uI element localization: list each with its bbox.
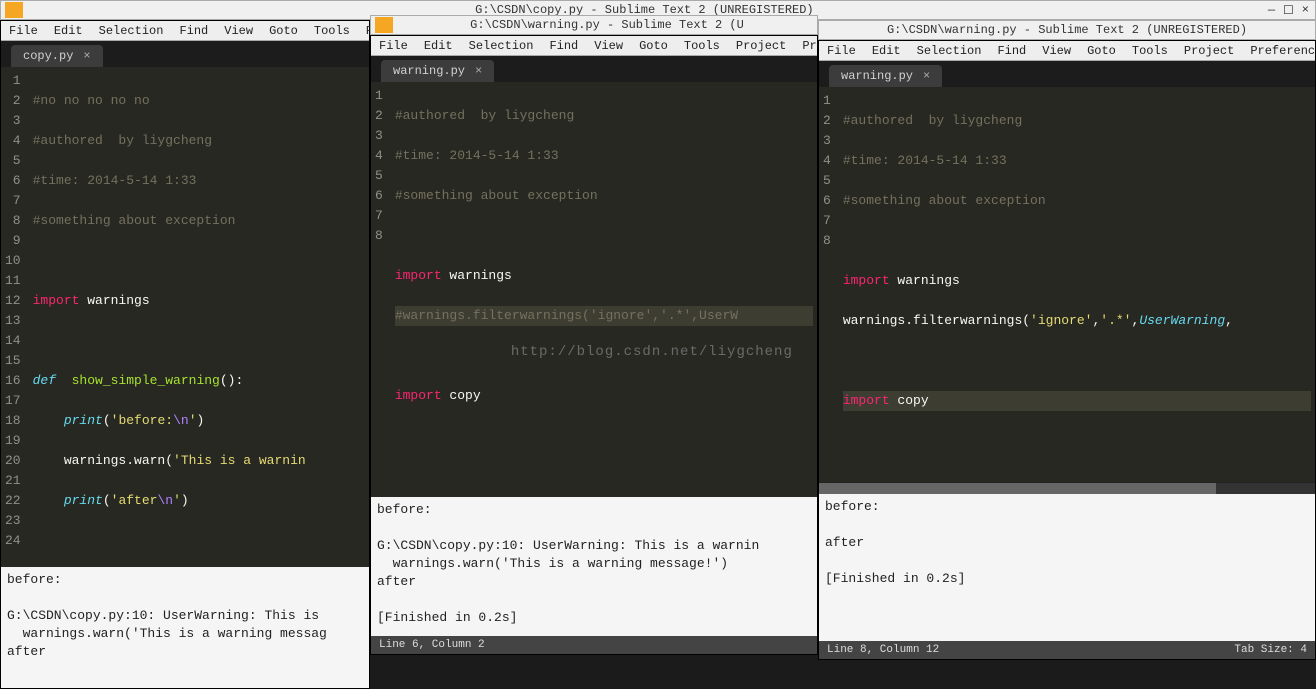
- gutter-mid: 12345678: [371, 82, 391, 497]
- menu-file[interactable]: File: [371, 39, 416, 53]
- menu-find[interactable]: Find: [541, 39, 586, 53]
- editor-left[interactable]: 123456789101112131415161718192021222324 …: [1, 67, 369, 567]
- code-mid[interactable]: #authored by liygcheng #time: 2014-5-14 …: [391, 82, 817, 497]
- menu-tools[interactable]: Tools: [306, 24, 358, 38]
- menu-tools[interactable]: Tools: [676, 39, 728, 53]
- window-left: File Edit Selection Find View Goto Tools…: [0, 20, 370, 689]
- menu-find[interactable]: Find: [171, 24, 216, 38]
- tabbar-mid: warning.py ×: [371, 56, 817, 82]
- scrollbar-thumb[interactable]: [819, 483, 1216, 494]
- tab-warning-py[interactable]: warning.py ×: [381, 60, 494, 82]
- menu-edit[interactable]: Edit: [416, 39, 461, 53]
- menu-project[interactable]: Project: [728, 39, 794, 53]
- menu-goto[interactable]: Goto: [1079, 44, 1124, 58]
- horizontal-scrollbar[interactable]: [819, 482, 1315, 494]
- editor-mid[interactable]: 12345678 #authored by liygcheng #time: 2…: [371, 82, 817, 497]
- window-controls: — ☐ ×: [1262, 3, 1315, 18]
- menubar-right: File Edit Selection Find View Goto Tools…: [819, 41, 1315, 61]
- gutter-left: 123456789101112131415161718192021222324: [1, 67, 29, 567]
- tab-warning-py[interactable]: warning.py ×: [829, 65, 942, 87]
- tabbar-left: copy.py ×: [1, 41, 369, 67]
- tab-label: warning.py: [393, 64, 465, 78]
- tab-copy-py[interactable]: copy.py ×: [11, 45, 103, 67]
- statusbar-mid: Line 6, Column 2: [371, 636, 817, 654]
- menu-file[interactable]: File: [819, 44, 864, 58]
- menu-tools[interactable]: Tools: [1124, 44, 1176, 58]
- titlebar-mid: G:\CSDN\warning.py - Sublime Text 2 (U: [370, 15, 818, 35]
- menu-selection[interactable]: Selection: [909, 44, 990, 58]
- titlebar-right: G:\CSDN\warning.py - Sublime Text 2 (UNR…: [818, 20, 1316, 40]
- gutter-right: 12345678: [819, 87, 839, 482]
- editor-right[interactable]: 12345678 #authored by liygcheng #time: 2…: [819, 87, 1315, 482]
- menu-selection[interactable]: Selection: [91, 24, 172, 38]
- tabbar-right: warning.py ×: [819, 61, 1315, 87]
- menubar-mid: File Edit Selection Find View Goto Tools…: [371, 36, 817, 56]
- tab-close-icon[interactable]: ×: [83, 49, 90, 63]
- maximize-icon[interactable]: ☐: [1283, 3, 1294, 18]
- menubar-left: File Edit Selection Find View Goto Tools…: [1, 21, 369, 41]
- status-line-col: Line 8, Column 12: [827, 644, 939, 656]
- menu-view[interactable]: View: [216, 24, 261, 38]
- menu-file[interactable]: File: [1, 24, 46, 38]
- menu-find[interactable]: Find: [989, 44, 1034, 58]
- console-right: before: after [Finished in 0.2s]: [819, 494, 1315, 641]
- menu-edit[interactable]: Edit: [864, 44, 909, 58]
- app-icon: [5, 2, 23, 18]
- status-line-col: Line 6, Column 2: [379, 639, 485, 651]
- menu-goto[interactable]: Goto: [631, 39, 676, 53]
- statusbar-right: Line 8, Column 12 Tab Size: 4: [819, 641, 1315, 659]
- tab-close-icon[interactable]: ×: [475, 64, 482, 78]
- console-mid: before: G:\CSDN\copy.py:10: UserWarning:…: [371, 497, 817, 636]
- code-left[interactable]: #no no no no no #authored by liygcheng #…: [29, 67, 369, 567]
- menu-selection[interactable]: Selection: [461, 39, 542, 53]
- status-tab-size[interactable]: Tab Size: 4: [1234, 644, 1307, 656]
- menu-view[interactable]: View: [586, 39, 631, 53]
- menu-project[interactable]: Project: [1176, 44, 1242, 58]
- console-left: before: G:\CSDN\copy.py:10: UserWarning:…: [1, 567, 369, 688]
- watermark: http://blog.csdn.net/liygcheng: [511, 342, 793, 362]
- menu-preferences[interactable]: Preferences: [1242, 44, 1316, 58]
- window-right: File Edit Selection Find View Goto Tools…: [818, 40, 1316, 660]
- window-mid: File Edit Selection Find View Goto Tools…: [370, 35, 818, 655]
- minimize-icon[interactable]: —: [1268, 3, 1275, 18]
- tab-label: copy.py: [23, 49, 73, 63]
- menu-view[interactable]: View: [1034, 44, 1079, 58]
- menu-edit[interactable]: Edit: [46, 24, 91, 38]
- code-right[interactable]: #authored by liygcheng #time: 2014-5-14 …: [839, 87, 1315, 482]
- app-icon: [375, 17, 393, 33]
- title-right: G:\CSDN\warning.py - Sublime Text 2 (UNR…: [819, 23, 1315, 37]
- tab-label: warning.py: [841, 69, 913, 83]
- menu-goto[interactable]: Goto: [261, 24, 306, 38]
- tab-close-icon[interactable]: ×: [923, 69, 930, 83]
- title-mid: G:\CSDN\warning.py - Sublime Text 2 (U: [397, 18, 817, 32]
- close-icon[interactable]: ×: [1302, 3, 1309, 18]
